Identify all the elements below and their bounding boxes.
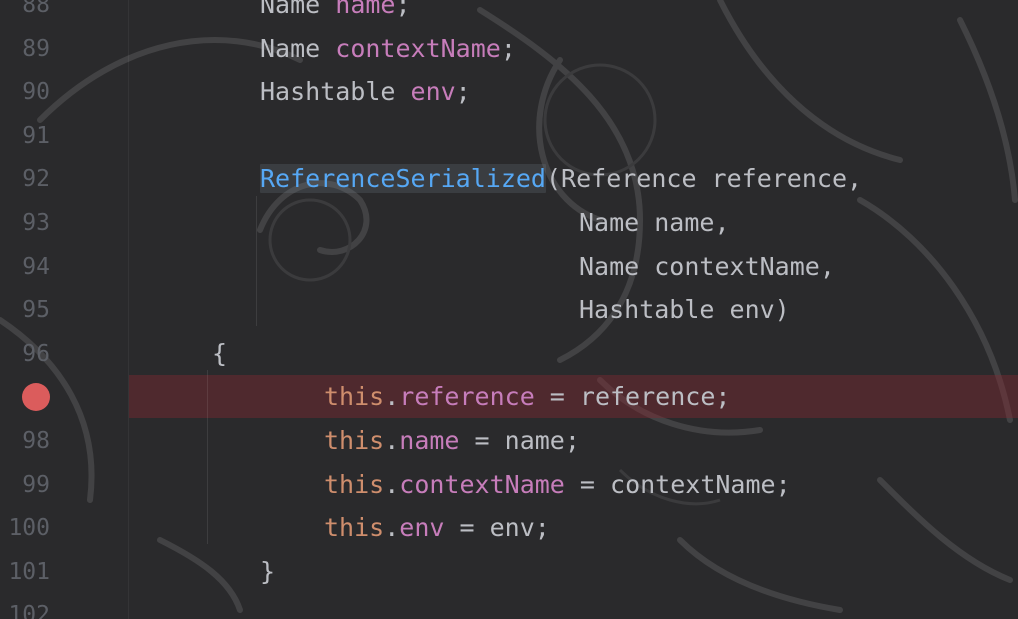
code-token: name	[335, 0, 396, 19]
code-token: env	[399, 513, 445, 543]
code-line[interactable]: Hashtable env)	[579, 295, 790, 325]
code-token: Name	[260, 0, 336, 19]
code-line[interactable]: Name contextName,	[579, 252, 835, 282]
code-line[interactable]: ReferenceSerialized(Reference reference,	[260, 164, 862, 194]
code-token: (Reference reference,	[545, 164, 863, 194]
code-line[interactable]: this.env = env;	[324, 513, 550, 543]
code-token: .	[384, 426, 400, 455]
method-name-token: ReferenceSerialized	[260, 164, 546, 194]
code-token: Name name,	[579, 208, 730, 237]
code-text-area[interactable]: Name name; Name contextName; Hashtable env…	[0, 0, 1018, 619]
code-token: this	[324, 513, 385, 543]
code-token: this	[324, 426, 385, 455]
code-token: this	[324, 469, 385, 499]
code-token: = reference;	[534, 382, 731, 412]
code-token: {	[212, 338, 228, 368]
code-line[interactable]: Name name,	[579, 208, 730, 238]
code-line[interactable]: }	[260, 557, 275, 587]
code-token: = name;	[459, 426, 580, 455]
code-token: ;	[455, 77, 471, 107]
indent-guide	[207, 370, 208, 544]
code-token: this	[324, 382, 385, 412]
code-token: ;	[500, 33, 516, 63]
code-line[interactable]: this.contextName = contextName;	[324, 470, 791, 500]
code-token: contextName	[399, 469, 565, 499]
code-token: env	[410, 77, 456, 107]
code-line[interactable]: Hashtable env;	[260, 77, 471, 107]
code-token: .	[384, 513, 400, 543]
code-token: Name contextName,	[579, 251, 835, 281]
code-token: Hashtable env)	[579, 295, 790, 325]
code-token: Name	[260, 33, 336, 63]
code-token: .	[384, 469, 400, 499]
code-token: }	[260, 556, 276, 586]
code-line[interactable]: Name contextName;	[260, 34, 516, 64]
indent-guide	[256, 196, 257, 326]
code-token: reference	[399, 382, 535, 412]
code-token: = contextName;	[564, 469, 791, 499]
code-line[interactable]: this.name = name;	[324, 426, 580, 456]
code-editor[interactable]: 88 89 90 91 92 93 94 95 96 98 99 100 101 102 Name nam…	[0, 0, 1018, 619]
code-token: = env;	[444, 513, 550, 543]
code-line[interactable]: Name name;	[260, 0, 411, 20]
code-line[interactable]: this.reference = reference;	[324, 382, 730, 412]
code-line[interactable]: {	[212, 339, 227, 369]
code-token: contextName	[335, 33, 501, 63]
code-token: Hashtable	[260, 77, 411, 107]
code-token: name	[399, 426, 460, 455]
code-token: ;	[395, 0, 411, 19]
code-token: .	[384, 382, 400, 412]
